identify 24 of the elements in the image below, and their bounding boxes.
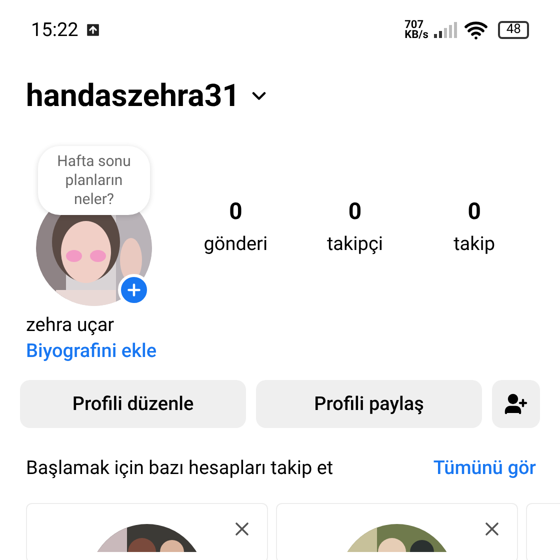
signal-icon — [434, 22, 458, 38]
speed-unit: KB/s — [404, 30, 428, 40]
section-title: Başlamak için bazı hesapları takip et — [26, 455, 334, 481]
suggestion-card[interactable] — [276, 502, 518, 560]
display-name: zehra uçar — [26, 312, 116, 338]
battery-indicator: 48 — [498, 21, 529, 39]
note-bubble[interactable]: Hafta sonu planların neler? — [38, 146, 150, 215]
clock-time: 15:22 — [31, 16, 78, 43]
profile-button[interactable]: Profili düzenle — [20, 380, 246, 428]
add-bio-link[interactable]: Biyografini ekle — [26, 338, 534, 364]
stat-count: 0 — [468, 198, 481, 226]
add-user-button[interactable] — [492, 380, 540, 428]
stat-count: 0 — [229, 198, 242, 226]
stat-label[interactable]: gönderi — [204, 230, 268, 258]
see-all-link[interactable]: Tümünü gör — [433, 454, 536, 482]
stat-label[interactable]: takip — [454, 230, 496, 258]
plus-icon — [125, 281, 143, 299]
stat-label[interactable]: takipçi — [326, 230, 384, 258]
add-user-icon — [504, 392, 528, 416]
suggestion-card[interactable] — [26, 502, 268, 560]
network-speed: 707 — [404, 20, 424, 30]
profile-button[interactable]: Profili paylaş — [256, 380, 482, 428]
username[interactable]: handaszehra31 — [26, 72, 240, 120]
stat-count: 0 — [348, 198, 362, 226]
